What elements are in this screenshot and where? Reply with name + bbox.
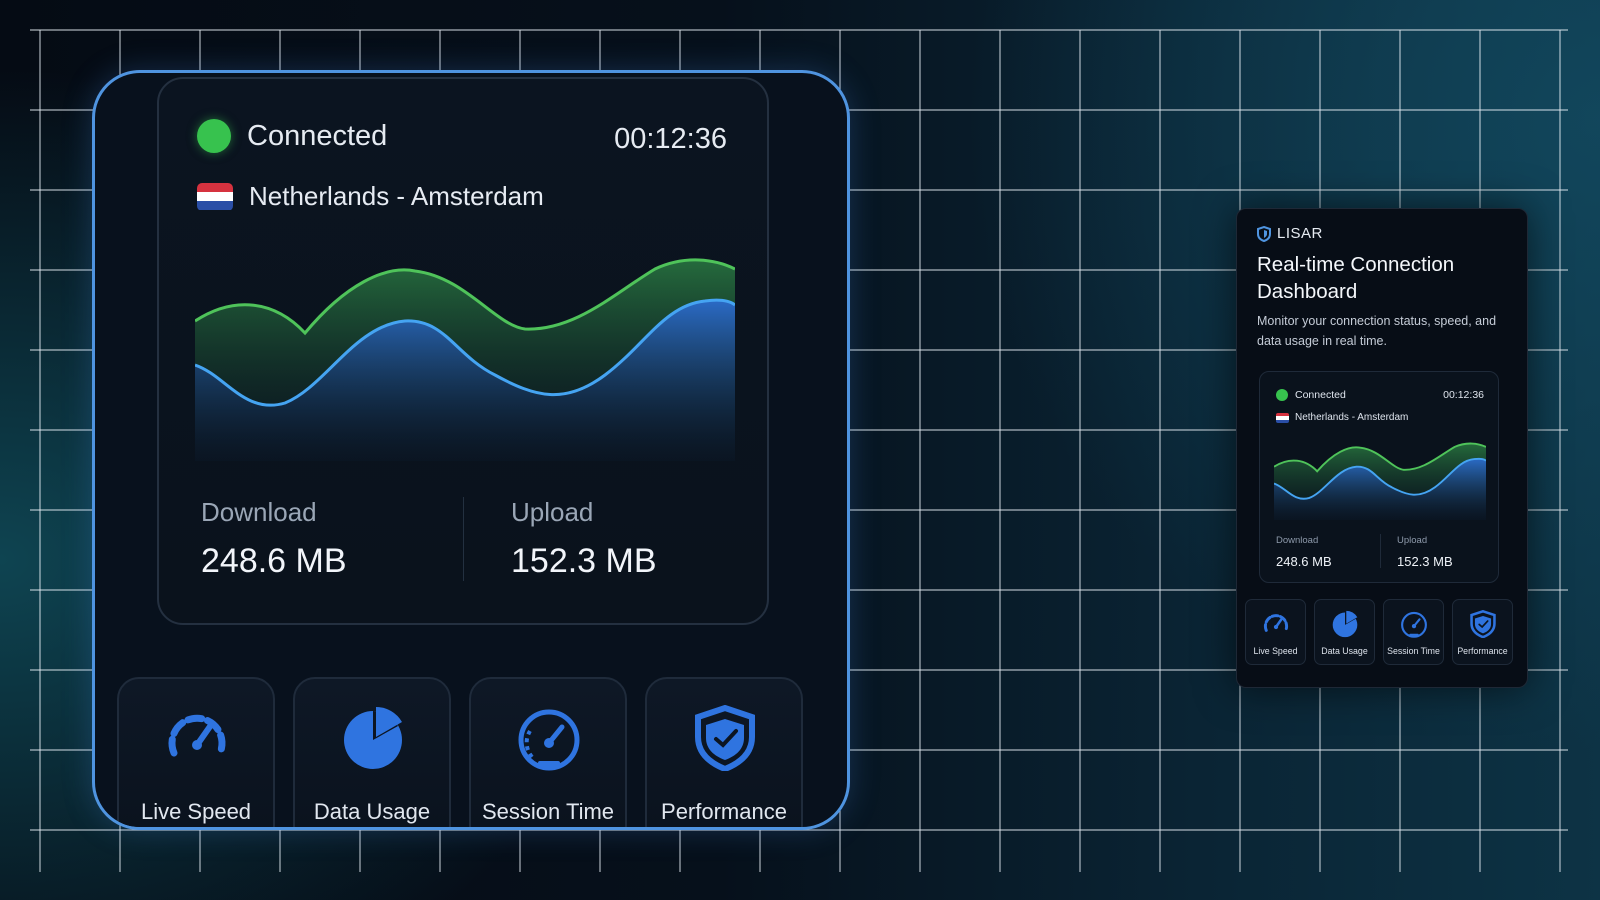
tile-label: Performance: [1457, 646, 1508, 656]
pie-chart-icon: [1332, 610, 1358, 638]
performance-tile[interactable]: Performance: [645, 677, 803, 827]
data-usage-tile[interactable]: Data Usage: [1314, 599, 1375, 665]
upload-stat: Upload 152.3 MB: [511, 497, 657, 581]
connected-indicator: [1276, 389, 1288, 401]
tile-label: Session Time: [1387, 646, 1440, 656]
pie-chart-icon: [344, 707, 402, 769]
gauge-icon: [518, 709, 580, 771]
upload-value: 152.3 MB: [511, 542, 657, 580]
brand: LISAR: [1257, 225, 1323, 242]
download-stat: Download 248.6 MB: [1276, 535, 1332, 569]
connection-card: Connected 00:12:36 Netherlands - Amsterd…: [1259, 371, 1499, 583]
data-usage-tile[interactable]: Data Usage: [293, 677, 451, 827]
usage-stats: Download 248.6 MB Upload 152.3 MB: [201, 497, 731, 587]
location-label[interactable]: Netherlands - Amsterdam: [1295, 412, 1408, 423]
connection-card: Connected 00:12:36 Netherlands - Amsterd…: [157, 77, 769, 625]
tile-label: Session Time: [481, 799, 615, 824]
netherlands-flag-icon: [197, 182, 233, 211]
traffic-wave-chart: [195, 258, 735, 461]
upload-stat: Upload 152.3 MB: [1397, 535, 1453, 569]
tile-label: Performance: [661, 799, 787, 824]
download-value: 248.6 MB: [201, 542, 347, 580]
tile-label: Data Usage: [1321, 646, 1368, 656]
stats-divider: [463, 497, 464, 581]
zoom-callout: Connected 00:12:36 Netherlands - Amsterd…: [92, 70, 850, 830]
tile-label: Data Usage: [313, 799, 431, 824]
upload-label: Upload: [1397, 535, 1428, 546]
brand-name: LISAR: [1277, 225, 1323, 242]
location-label: Netherlands - Amsterdam: [249, 181, 544, 211]
page-title: Real-time Connection Dashboard: [1257, 253, 1455, 303]
connection-status: Connected: [197, 119, 387, 153]
netherlands-flag-icon: [1276, 413, 1289, 423]
download-value: 248.6 MB: [1276, 554, 1332, 569]
download-stat: Download 248.6 MB: [201, 497, 347, 581]
performance-tile[interactable]: Performance: [1452, 599, 1513, 665]
upload-value: 152.3 MB: [1397, 554, 1453, 569]
traffic-wave-chart: [1274, 442, 1486, 520]
speedometer-icon: [1263, 614, 1289, 632]
session-timer: 00:12:36: [1443, 389, 1484, 401]
status-label: Connected: [1295, 389, 1346, 401]
live-speed-tile[interactable]: Live Speed: [117, 677, 275, 827]
shield-icon: [695, 705, 755, 771]
download-label: Download: [201, 497, 317, 527]
live-speed-tile[interactable]: Live Speed: [1245, 599, 1306, 665]
session-timer: 00:12:36: [614, 123, 727, 155]
shield-icon: [1470, 610, 1496, 638]
gauge-icon: [1401, 611, 1427, 638]
session-time-tile[interactable]: Session Time: [469, 677, 627, 827]
connected-indicator: [197, 119, 231, 153]
page-description: Monitor your connection status, speed, a…: [1257, 314, 1497, 348]
download-label: Download: [1276, 535, 1319, 546]
dashboard-window: LISAR Real-time Connection Dashboard Mon…: [1236, 208, 1528, 688]
session-time-tile[interactable]: Session Time: [1383, 599, 1444, 665]
status-label: Connected: [247, 119, 388, 152]
tile-label: Live Speed: [140, 799, 252, 824]
upload-label: Upload: [511, 497, 594, 527]
server-location[interactable]: Netherlands - Amsterdam: [197, 181, 544, 212]
speedometer-icon: [168, 714, 226, 757]
shield-logo-icon: [1257, 225, 1271, 242]
tile-label: Live Speed: [1253, 646, 1298, 656]
stats-divider: [1380, 534, 1381, 568]
